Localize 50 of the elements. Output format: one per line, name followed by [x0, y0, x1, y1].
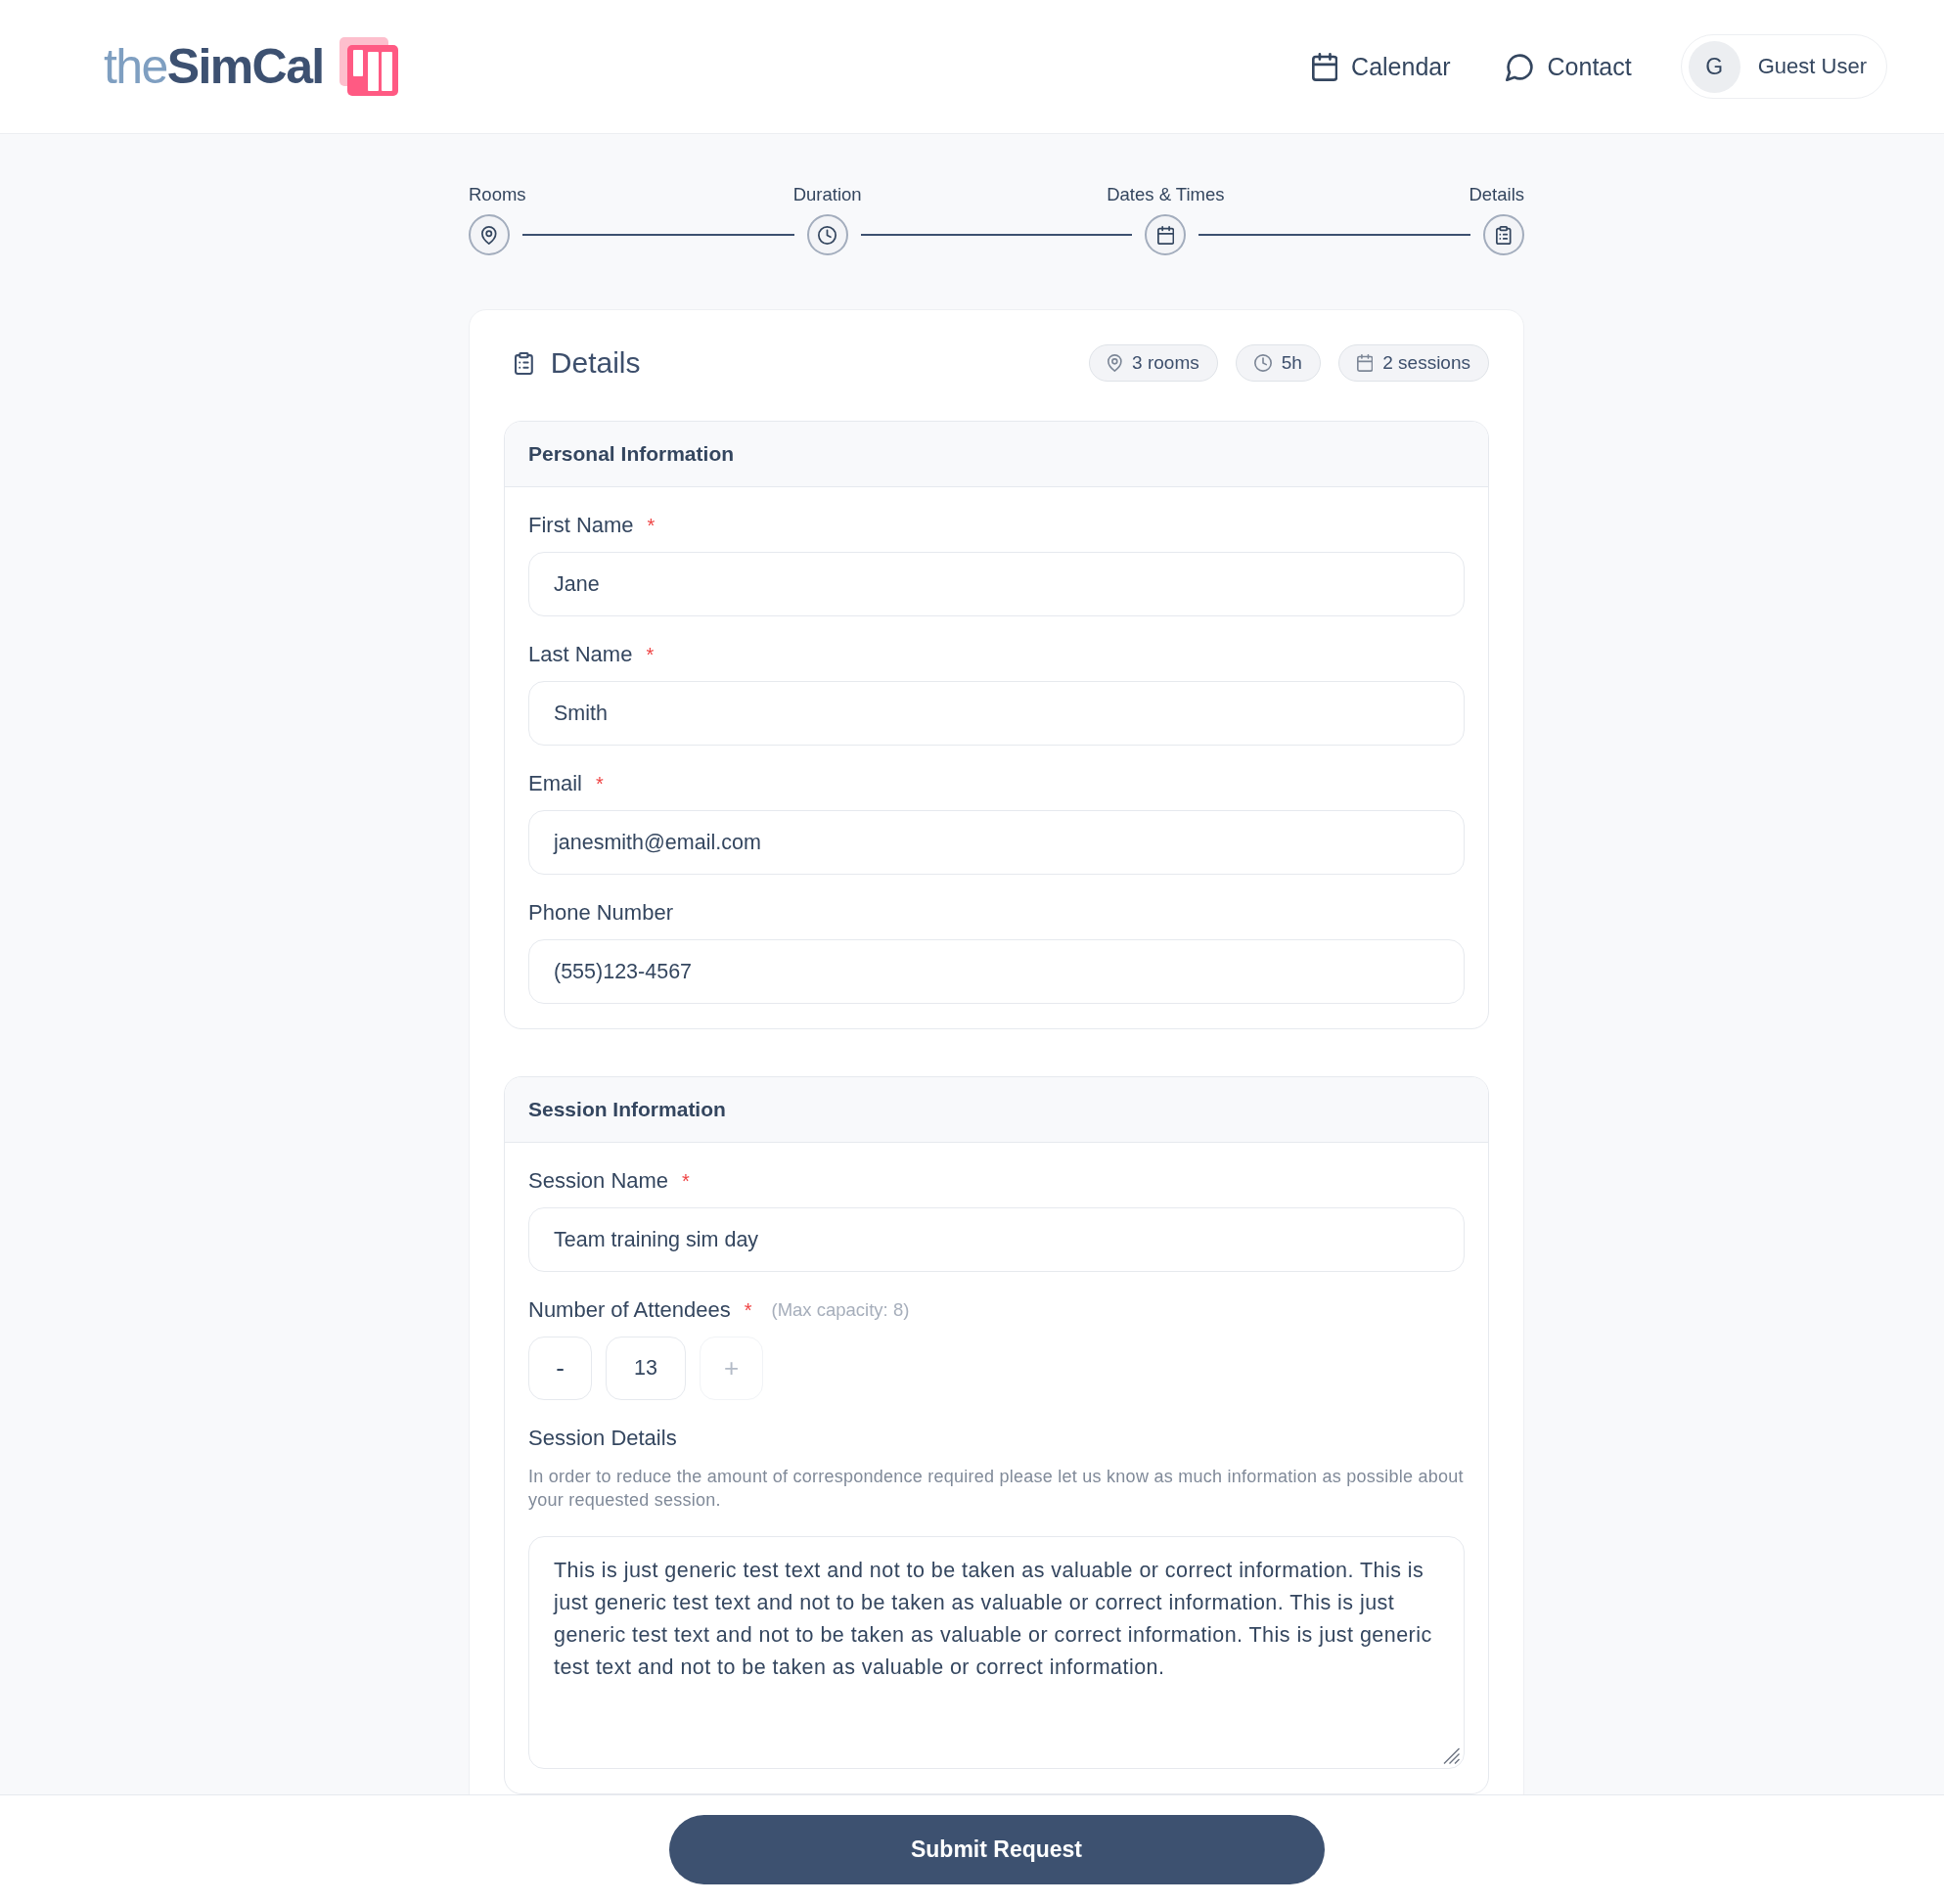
section-title: Personal Information	[528, 442, 735, 466]
map-pin-icon	[469, 214, 510, 255]
help-text: In order to reduce the amount of correspondence required please let us know as much information as possible about your requested session.	[528, 1466, 1465, 1512]
calendar-icon	[1145, 214, 1187, 255]
resize-grip-icon[interactable]	[1443, 1747, 1460, 1764]
field-label: Session Name	[528, 1168, 669, 1194]
logo-text: theSimCal	[104, 42, 324, 91]
number-field[interactable]: 13	[606, 1337, 686, 1400]
map-pin-icon	[1108, 354, 1123, 372]
clock-icon	[806, 214, 848, 255]
clock-icon	[1253, 354, 1272, 372]
field-label: Last Name	[528, 642, 633, 667]
nav-link[interactable]: Calendar	[1311, 52, 1451, 81]
field-label: Number of Attendees	[528, 1297, 731, 1323]
summary-text: 5h	[1281, 352, 1302, 374]
step-label: Dates & Times	[1107, 184, 1225, 205]
summary-text: 2 sessions	[1382, 352, 1470, 374]
field-label: Email	[528, 771, 582, 796]
clipboard-icon	[1483, 214, 1524, 255]
required-asterisk: *	[647, 514, 656, 537]
required-asterisk: *	[682, 1169, 690, 1193]
required-asterisk: *	[646, 643, 655, 666]
required-asterisk: *	[596, 772, 604, 795]
step-label: Duration	[792, 184, 862, 205]
decrement-button[interactable]: -	[528, 1337, 592, 1400]
clipboard-icon	[515, 351, 533, 375]
chat-bubble-icon	[1505, 52, 1534, 81]
text-field[interactable]: Jane	[528, 552, 1465, 616]
card-title: Details	[550, 346, 641, 380]
nav-link[interactable]: Contact	[1505, 52, 1632, 81]
textarea-field[interactable]: This is just generic test text and not to be taken as valuable or correct information. This is just generic test text and not to be taken as valuable or correct information. This is just generic test text and not to be taken as valuable or correct information. This is just generic test text and not to be taken as valuable or correct information.	[528, 1536, 1465, 1769]
calendar-icon	[1356, 354, 1374, 372]
field-label: First Name	[528, 513, 634, 538]
text-field[interactable]: janesmith@email.com	[528, 810, 1465, 875]
text-field[interactable]: Team training sim day	[528, 1207, 1465, 1272]
submit-button[interactable]: Submit Request	[668, 1815, 1325, 1884]
field-label: Session Details	[528, 1426, 677, 1451]
calendar-icon	[1311, 52, 1338, 81]
field-label: Phone Number	[528, 900, 673, 926]
capacity-hint: (Max capacity: 8)	[771, 1299, 910, 1321]
required-asterisk: *	[744, 1298, 752, 1322]
section-title: Session Information	[528, 1098, 726, 1121]
text-field[interactable]: (555)123-4567	[528, 939, 1465, 1004]
user-menu-button[interactable]: G Guest User	[1680, 34, 1887, 99]
step-label: Rooms	[469, 184, 526, 205]
step-label: Details	[1469, 184, 1524, 205]
avatar: G	[1688, 40, 1741, 93]
logo-icon	[339, 37, 398, 96]
summary-text: 3 rooms	[1132, 352, 1199, 374]
text-field[interactable]: Smith	[528, 681, 1465, 746]
